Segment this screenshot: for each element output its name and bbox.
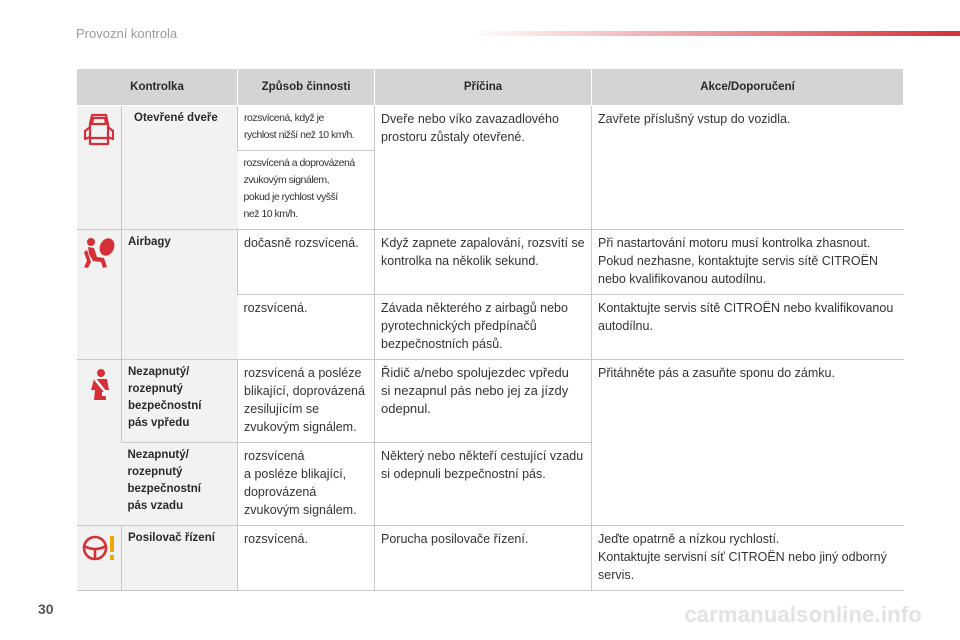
- doors-name: Otevřené dveře: [120, 105, 238, 230]
- doors-action: Zavřete příslušný vstup do vozidla.: [591, 105, 904, 230]
- airbag-icon: [83, 238, 115, 268]
- seatbelt-front-name: Nezapnutý/ rozepnutý bezpečnostní pás vp…: [120, 359, 238, 443]
- seatbelt-rear-name: Nezapnutý/ rozepnutý bezpečnostní pás vz…: [121, 442, 238, 526]
- table-row: Airbagy dočasně rozsvícená. Když zapnete…: [76, 229, 904, 360]
- header-accent-bar: [470, 31, 960, 36]
- power-steering-icon: [82, 535, 114, 561]
- table-row: Posilovač řízení rozsvícená. Porucha pos…: [76, 525, 904, 591]
- page-header-title: Provozní kontrola: [76, 26, 178, 41]
- seatbelt-rear-mode: rozsvícená a posléze blikající, doprováz…: [237, 442, 375, 526]
- warning-lights-table: Kontrolka Způsob činnosti Příčina Akce/D…: [75, 68, 905, 591]
- steering-mode: rozsvícená.: [237, 525, 375, 591]
- seatbelt-rear-cause: Některý nebo někteří cestující vzadu si …: [374, 442, 592, 526]
- doors-cause: Dveře nebo víko zavazadlového prostoru z…: [374, 105, 592, 230]
- steering-icon-cell: [76, 525, 122, 591]
- airbag-icon-cell: [76, 229, 122, 360]
- seatbelt-front-mode: rozsvícená a posléze blikající, doprováz…: [237, 359, 375, 443]
- table-row: Nezapnutý/ rozepnutý bezpečnostní pás vp…: [76, 359, 904, 526]
- doors-mode-2: rozsvícená a doprovázená zvukovým signál…: [237, 150, 375, 230]
- table-row: Otevřené dveře rozsvícená, když je rychl…: [76, 105, 904, 230]
- header-pricina: Příčina: [374, 68, 593, 106]
- seatbelt-front-cause: Řidič a/nebo spolujezdec vpředu si nezap…: [374, 359, 592, 443]
- doors-mode-1: rozsvícená, když je rychlost nižší než 1…: [237, 105, 375, 151]
- doors-icon-cell: [76, 105, 122, 230]
- airbag-cause-2: Závada některého z airbagů nebo pyrotech…: [374, 294, 592, 360]
- airbag-mode-1: dočasně rozsvícená.: [237, 229, 375, 295]
- airbag-cause-1: Když zapnete zapalování, rozsvítí se kon…: [374, 229, 592, 295]
- steering-action: Jeďte opatrně a nízkou rychlostí. Kontak…: [591, 525, 904, 591]
- table-header-row: Kontrolka Způsob činnosti Příčina Akce/D…: [75, 68, 905, 106]
- header-kontrolka: Kontrolka: [75, 68, 239, 106]
- steering-name: Posilovač řízení: [120, 525, 238, 591]
- steering-cause: Porucha posilovače řízení.: [374, 525, 592, 591]
- page-number: 30: [38, 601, 54, 617]
- airbag-action-1: Při nastartování motoru musí kontrolka z…: [591, 229, 904, 295]
- header-akce: Akce/Doporučení: [591, 68, 905, 106]
- header-zpusob-cinnosti: Způsob činnosti: [237, 68, 376, 106]
- airbag-name: Airbagy: [120, 229, 238, 360]
- airbag-action-2: Kontaktujte servis sítě CITROËN nebo kva…: [591, 294, 904, 360]
- seatbelt-action: Přitáhněte pás a zasuňte sponu do zámku.: [591, 359, 904, 526]
- open-doors-icon: [83, 113, 114, 146]
- seatbelt-icon-cell: [76, 359, 122, 526]
- seatbelt-icon: [90, 369, 109, 400]
- watermark-text: carmanualsonline.info: [684, 602, 922, 627]
- airbag-mode-2: rozsvícená.: [237, 294, 375, 360]
